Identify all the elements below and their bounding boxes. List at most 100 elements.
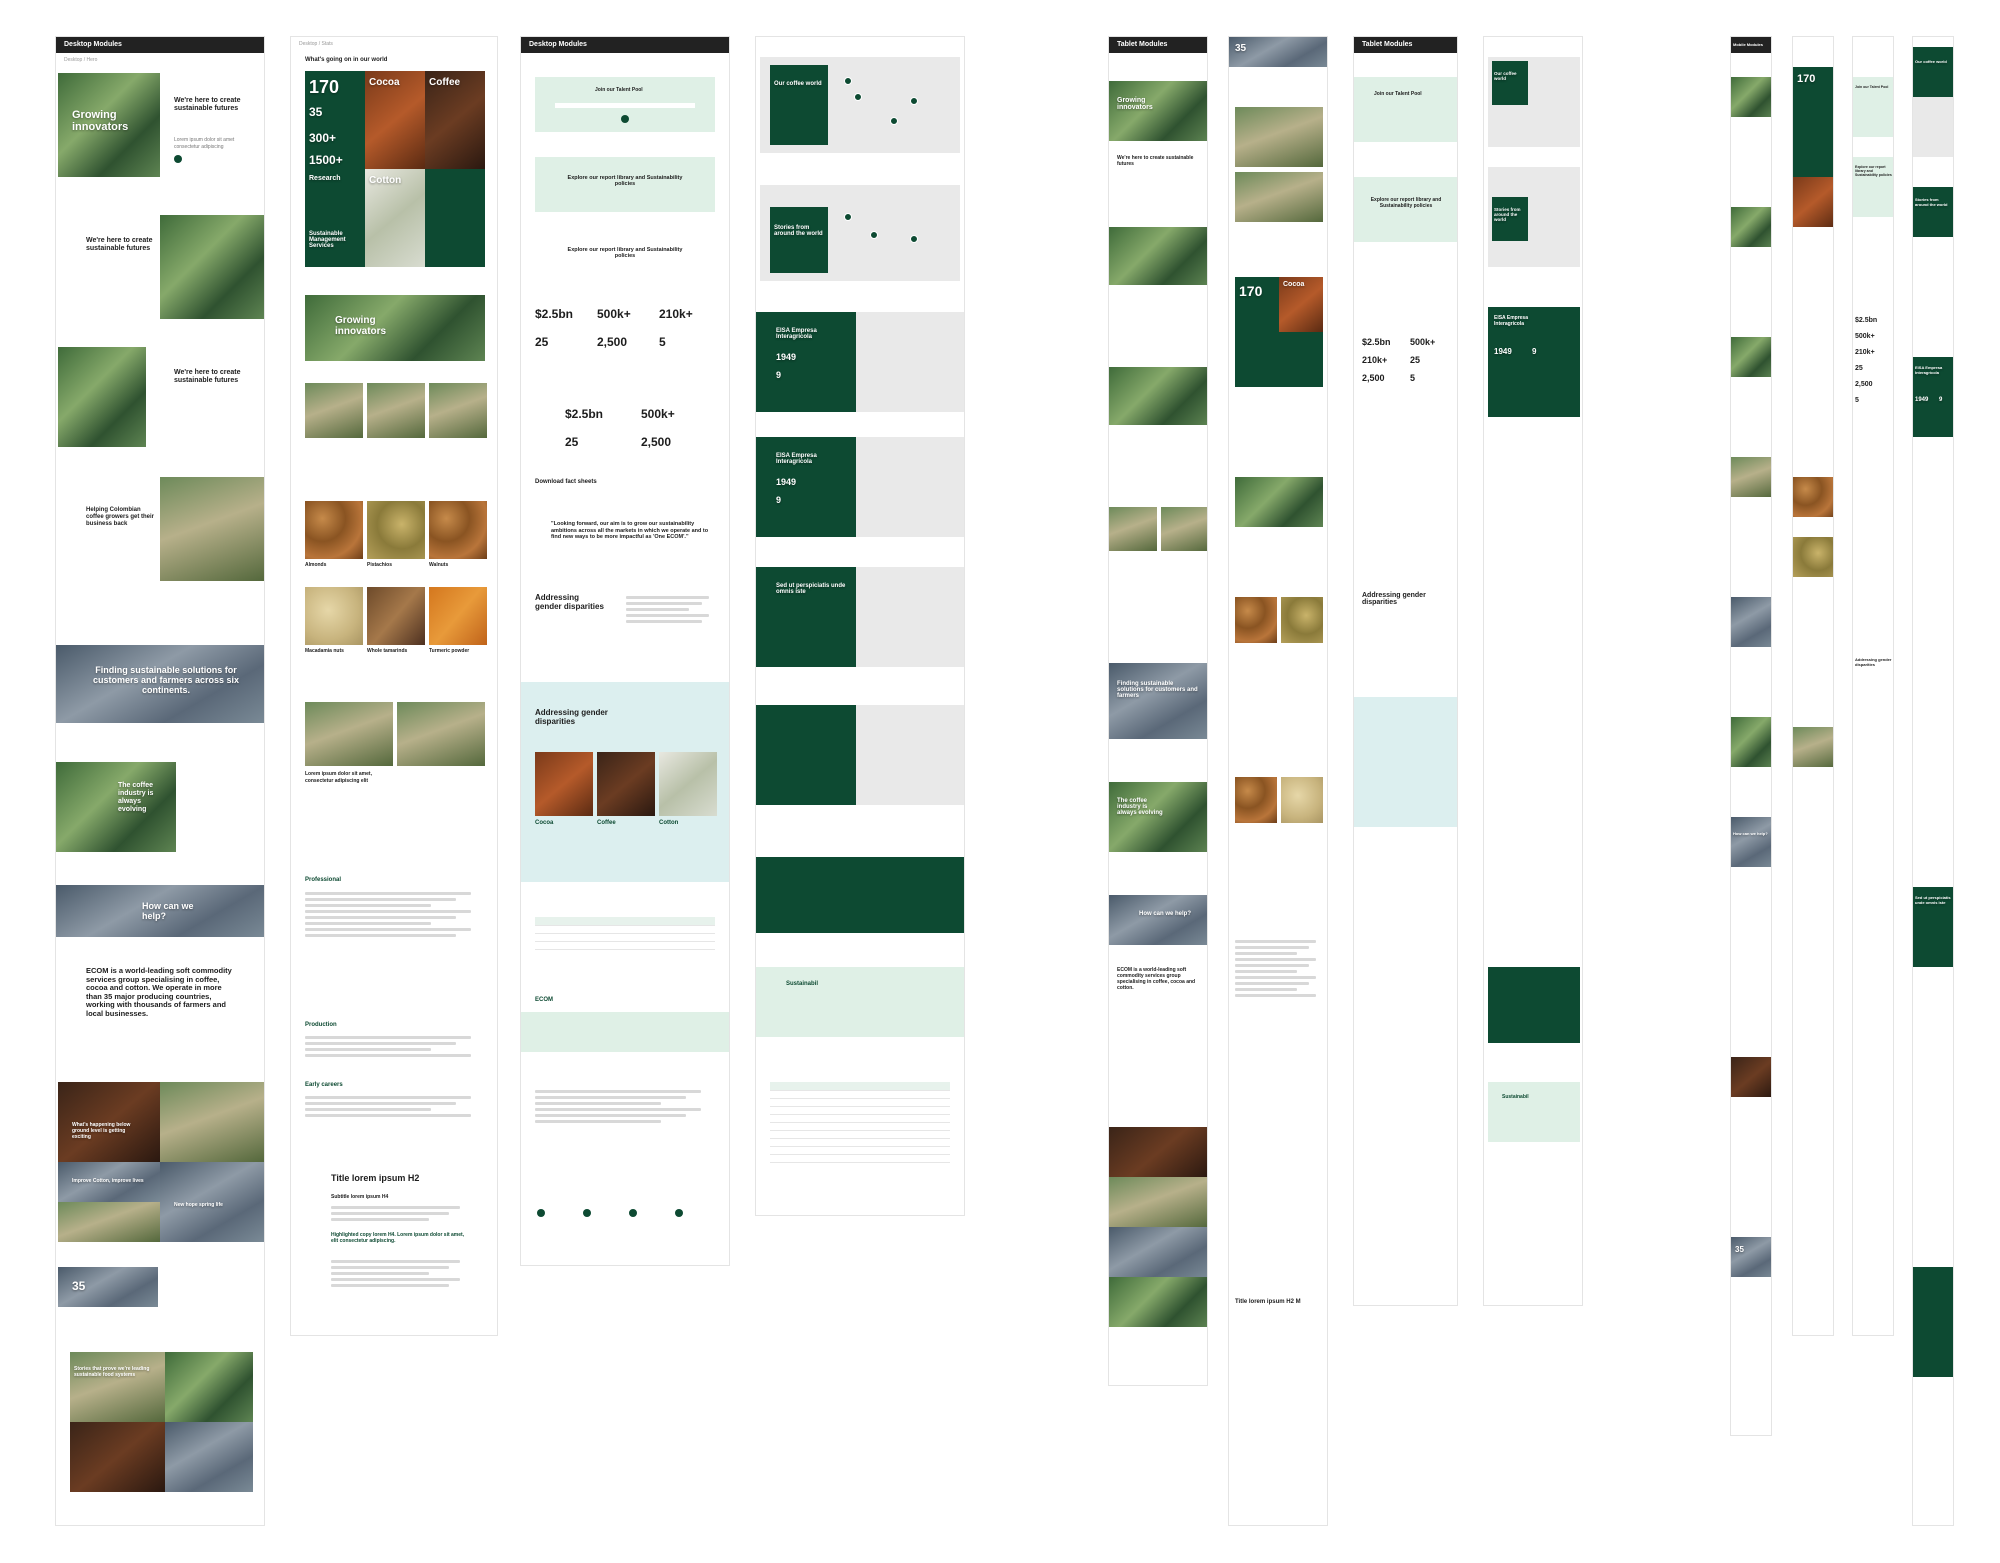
story-card-1[interactable] <box>305 702 393 766</box>
mobile-9: 9 <box>1939 397 1943 403</box>
mobile-map-panel: Our coffee world <box>1913 47 1953 97</box>
nav-bar <box>521 1012 729 1052</box>
professional-list <box>305 889 485 940</box>
talent-submit[interactable] <box>621 115 629 123</box>
mobile-eisa-panel: EISA Empresa Interagrícola 1949 9 <box>1913 357 1953 437</box>
stat-2-5bn: $2.5bn <box>535 307 574 321</box>
sed-map <box>856 567 964 667</box>
mobile-cocoa <box>1793 177 1833 227</box>
body-copy <box>331 1203 471 1224</box>
mobile-170: 170 <box>1797 73 1816 85</box>
cocoa-tile[interactable]: Cocoa <box>365 71 425 169</box>
pistachios-image <box>367 501 425 559</box>
mobile-footer <box>1913 1267 1953 1377</box>
stat-25-b: 25 <box>565 435 579 449</box>
map-pin[interactable] <box>910 235 918 243</box>
gender-heading: Addressing gender disparities <box>535 593 604 611</box>
tablet-search: Sustainabil <box>1488 1082 1580 1142</box>
talent-email-input[interactable] <box>555 103 695 108</box>
tablet-img-2 <box>1109 227 1207 285</box>
office-icon-3 <box>629 1209 637 1217</box>
growing-image: Growing innovators <box>305 295 485 361</box>
tablet-tile-3 <box>1109 1227 1207 1277</box>
map-pin[interactable] <box>910 97 918 105</box>
tablet-hero: Growing innovators <box>1109 81 1207 141</box>
search-text[interactable]: Sustainabil <box>786 981 818 987</box>
tablet-img-5 <box>1161 507 1207 551</box>
tablet-gender-panel <box>1354 697 1457 827</box>
walnuts-image <box>429 501 487 559</box>
mobile-2500: 2,500 <box>1855 381 1873 388</box>
data-table <box>770 1082 950 1163</box>
mobile-help: How can we help? <box>1733 831 1768 836</box>
footer-panel <box>756 857 964 933</box>
tablet-stats: 170 Cocoa <box>1235 277 1323 387</box>
split-image-2 <box>58 347 146 447</box>
mobile-stories-panel: Stories from around the world <box>1913 187 1953 237</box>
tile-1: What's happening below ground level is g… <box>58 1082 160 1162</box>
tile-3: Improve Cotton, improve lives <box>58 1162 160 1202</box>
tablet-title: Title lorem ipsum H2 M <box>1235 1299 1301 1305</box>
map-pin[interactable] <box>890 117 898 125</box>
tablet-search-text[interactable]: Sustainabil <box>1502 1094 1529 1100</box>
stat-35-image: 35 <box>58 1267 158 1307</box>
bottom-tile-2 <box>165 1352 253 1422</box>
mobile-img-5 <box>1731 597 1771 647</box>
research-label: Research <box>309 175 341 182</box>
hero-title: Growing innovators <box>72 109 129 133</box>
story-card-2[interactable] <box>397 702 485 766</box>
coffee-tile[interactable]: Coffee <box>425 71 485 169</box>
turmeric-label: Turmeric powder <box>429 648 470 654</box>
mobile-35: 35 <box>1735 1245 1744 1254</box>
tablet-img-4 <box>1109 507 1157 551</box>
stats-panel: 170 35 300+ 1500+ Cocoa Coffee Research … <box>305 71 485 267</box>
highlight-copy: Highlighted copy lorem H4. Lorem ipsum d… <box>331 1232 465 1244</box>
stat-210k: 210k+ <box>659 307 693 321</box>
sustainable-label: Sustainable Management Services <box>309 231 346 249</box>
hero-paragraph: Lorem ipsum dolor sit amet consectetur a… <box>174 137 235 150</box>
card-img-3 <box>429 383 487 438</box>
split-body: We're here to create sustainable futures <box>86 237 153 252</box>
mobile-500k: 500k+ <box>1855 333 1875 340</box>
gender-body <box>626 593 716 626</box>
sed-title: Sed ut perspiciatis unde omnis iste <box>776 583 846 595</box>
eisa-year-2: 1949 <box>776 477 797 487</box>
stat-5: 5 <box>659 335 666 349</box>
tablet-2-5bn: $2.5bn <box>1362 337 1391 347</box>
eisa-n9-2: 9 <box>776 495 782 505</box>
tile-4: New hope spring life <box>160 1162 264 1242</box>
map-2: Stories from around the world <box>760 185 960 281</box>
tablet-cocoa: Cocoa <box>1283 281 1305 288</box>
production-list <box>305 1033 485 1060</box>
quote: "Looking forward, our aim is to grow our… <box>551 521 709 540</box>
ecom-logo[interactable]: ECOM <box>535 997 553 1003</box>
tablet-nuts-1 <box>1235 597 1277 643</box>
hero-cta[interactable] <box>174 155 182 163</box>
tablet-cocoa-tile[interactable]: Cocoa <box>1279 277 1323 332</box>
tablet-eisa: EISA Empresa Interagrícola 1949 9 <box>1488 307 1580 417</box>
about-text: ECOM is a world-leading soft commodity s… <box>86 966 232 1018</box>
mobile-25: 25 <box>1855 365 1863 372</box>
talent-pool-panel: Join our Talent Pool <box>535 77 715 132</box>
tablet-eisa-title: EISA Empresa Interagrícola <box>1494 315 1528 327</box>
mobile-header-1: Mobile Modules <box>1731 37 1771 53</box>
cotton-tile[interactable]: Cotton <box>365 169 425 267</box>
gender-coffee-image <box>597 752 655 816</box>
office-icon-1 <box>537 1209 545 1217</box>
eisa-title-1: EISA Empresa Interagrícola <box>776 328 817 340</box>
mobile-board-2: 170 <box>1792 36 1834 1336</box>
desktop-board-2: Desktop / Stats What's going on in our w… <box>290 36 498 1336</box>
hero-body: We're here to create sustainable futures <box>174 97 241 112</box>
office-icon-4 <box>675 1209 683 1217</box>
mobile-stories-title: Stories from around the world <box>1915 197 1948 207</box>
mobile-stats: 170 <box>1793 67 1833 177</box>
map-pin[interactable] <box>854 93 862 101</box>
map-pin[interactable] <box>870 231 878 239</box>
mobile-board-4: Our coffee world Stories from around the… <box>1912 36 1954 1526</box>
mobile-eisa-title: EISA Empresa Interagrícola <box>1915 365 1943 375</box>
map-pin[interactable] <box>844 77 852 85</box>
gender-cotton-image <box>659 752 717 816</box>
map-pin[interactable] <box>844 213 852 221</box>
tile-5 <box>58 1202 160 1242</box>
mobile-2-5bn: $2.5bn <box>1855 317 1878 324</box>
